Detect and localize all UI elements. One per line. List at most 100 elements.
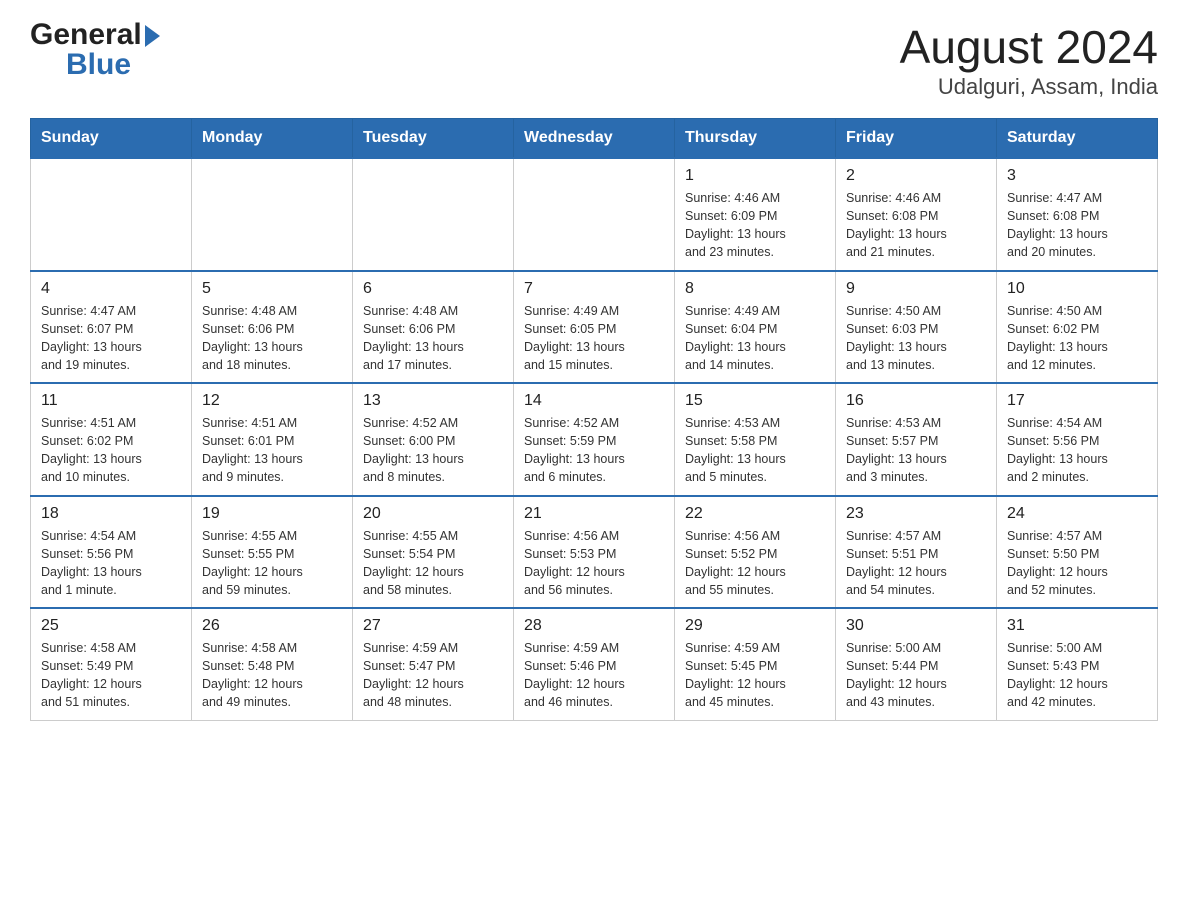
day-number: 31 [1007,617,1147,635]
day-number: 1 [685,167,825,185]
day-number: 18 [41,505,181,523]
calendar-cell: 31 Sunrise: 5:00 AMSunset: 5:43 PMDayligh… [997,608,1158,720]
calendar-cell: 18 Sunrise: 4:54 AMSunset: 5:56 PMDayligh… [31,496,192,609]
calendar-cell: 25 Sunrise: 4:58 AMSunset: 5:49 PMDayligh… [31,608,192,720]
day-number: 16 [846,392,986,410]
calendar-cell: 6Sunrise: 4:48 AMSunset: 6:06 PMDaylight… [353,271,514,384]
day-number: 25 [41,617,181,635]
day-number: 19 [202,505,342,523]
calendar-cell: 21Sunrise: 4:56 AMSunset: 5:53 PMDayligh… [514,496,675,609]
day-info: Sunrise: 4:59 AMSunset: 5:45 PMDaylight:… [685,639,825,712]
day-number: 8 [685,280,825,298]
day-number: 11 [41,392,181,410]
calendar-cell: 22Sunrise: 4:56 AMSunset: 5:52 PMDayligh… [675,496,836,609]
logo-arrow-icon [145,25,160,47]
day-of-week-header: Thursday [675,119,836,159]
calendar-cell: 30Sunrise: 5:00 AMSunset: 5:44 PMDayligh… [836,608,997,720]
logo-general-text: General [30,20,142,50]
day-info: Sunrise: 4:53 AMSunset: 5:58 PMDaylight:… [685,414,825,487]
day-number: 13 [363,392,503,410]
day-info: Sunrise: 4:54 AMSunset: 5:56 PMDaylight:… [41,527,181,600]
week-row: 4 Sunrise: 4:47 AMSunset: 6:07 PMDaylight… [31,271,1158,384]
calendar-cell: 13 Sunrise: 4:52 AMSunset: 6:00 PMDayligh… [353,383,514,496]
calendar-subtitle: Udalguri, Assam, India [900,74,1158,100]
title-block: August 2024 Udalguri, Assam, India [900,20,1158,100]
calendar-cell: 12 Sunrise: 4:51 AMSunset: 6:01 PMDayligh… [192,383,353,496]
day-number: 23 [846,505,986,523]
day-number: 14 [524,392,664,410]
calendar-cell [514,158,675,271]
logo: General Blue [30,20,160,80]
day-info: Sunrise: 5:00 AMSunset: 5:44 PMDaylight:… [846,639,986,712]
calendar-cell: 16 Sunrise: 4:53 AMSunset: 5:57 PMDayligh… [836,383,997,496]
day-info: Sunrise: 4:59 AMSunset: 5:46 PMDaylight:… [524,639,664,712]
day-info: Sunrise: 4:49 AMSunset: 6:04 PMDaylight:… [685,302,825,375]
calendar-cell: 5Sunrise: 4:48 AMSunset: 6:06 PMDaylight… [192,271,353,384]
day-info: Sunrise: 4:58 AMSunset: 5:49 PMDaylight:… [41,639,181,712]
day-info: Sunrise: 4:49 AMSunset: 6:05 PMDaylight:… [524,302,664,375]
day-number: 17 [1007,392,1147,410]
day-info: Sunrise: 4:47 AMSunset: 6:07 PMDaylight:… [41,302,181,375]
calendar-title: August 2024 [900,20,1158,74]
day-info: Sunrise: 4:47 AMSunset: 6:08 PMDaylight:… [1007,189,1147,262]
day-of-week-header: Wednesday [514,119,675,159]
day-info: Sunrise: 4:52 AMSunset: 6:00 PMDaylight:… [363,414,503,487]
day-info: Sunrise: 4:46 AMSunset: 6:09 PMDaylight:… [685,189,825,262]
calendar-cell: 3 Sunrise: 4:47 AMSunset: 6:08 PMDaylight… [997,158,1158,271]
day-number: 26 [202,617,342,635]
calendar-cell: 9 Sunrise: 4:50 AMSunset: 6:03 PMDaylight… [836,271,997,384]
day-number: 15 [685,392,825,410]
day-of-week-header: Monday [192,119,353,159]
calendar-cell: 15 Sunrise: 4:53 AMSunset: 5:58 PMDayligh… [675,383,836,496]
day-number: 3 [1007,167,1147,185]
day-number: 4 [41,280,181,298]
calendar-cell: 24Sunrise: 4:57 AMSunset: 5:50 PMDayligh… [997,496,1158,609]
calendar-cell: 27 Sunrise: 4:59 AMSunset: 5:47 PMDayligh… [353,608,514,720]
day-of-week-header: Tuesday [353,119,514,159]
calendar-cell: 10 Sunrise: 4:50 AMSunset: 6:02 PMDayligh… [997,271,1158,384]
day-number: 21 [524,505,664,523]
day-info: Sunrise: 4:55 AMSunset: 5:55 PMDaylight:… [202,527,342,600]
day-number: 9 [846,280,986,298]
day-of-week-header: Saturday [997,119,1158,159]
calendar-cell: 14 Sunrise: 4:52 AMSunset: 5:59 PMDayligh… [514,383,675,496]
day-number: 7 [524,280,664,298]
logo-blue-text: Blue [66,50,131,80]
week-row: 11 Sunrise: 4:51 AMSunset: 6:02 PMDayligh… [31,383,1158,496]
day-info: Sunrise: 4:51 AMSunset: 6:01 PMDaylight:… [202,414,342,487]
day-info: Sunrise: 4:53 AMSunset: 5:57 PMDaylight:… [846,414,986,487]
day-info: Sunrise: 4:48 AMSunset: 6:06 PMDaylight:… [202,302,342,375]
day-info: Sunrise: 4:59 AMSunset: 5:47 PMDaylight:… [363,639,503,712]
day-info: Sunrise: 4:50 AMSunset: 6:03 PMDaylight:… [846,302,986,375]
day-info: Sunrise: 4:46 AMSunset: 6:08 PMDaylight:… [846,189,986,262]
calendar-table: SundayMondayTuesdayWednesdayThursdayFrid… [30,118,1158,721]
calendar-cell: 19 Sunrise: 4:55 AMSunset: 5:55 PMDayligh… [192,496,353,609]
calendar-cell: 4 Sunrise: 4:47 AMSunset: 6:07 PMDaylight… [31,271,192,384]
day-info: Sunrise: 4:54 AMSunset: 5:56 PMDaylight:… [1007,414,1147,487]
day-number: 12 [202,392,342,410]
calendar-cell: 23 Sunrise: 4:57 AMSunset: 5:51 PMDayligh… [836,496,997,609]
day-number: 27 [363,617,503,635]
day-info: Sunrise: 4:51 AMSunset: 6:02 PMDaylight:… [41,414,181,487]
day-info: Sunrise: 4:57 AMSunset: 5:51 PMDaylight:… [846,527,986,600]
calendar-cell [353,158,514,271]
calendar-cell: 26Sunrise: 4:58 AMSunset: 5:48 PMDayligh… [192,608,353,720]
calendar-cell: 7 Sunrise: 4:49 AMSunset: 6:05 PMDaylight… [514,271,675,384]
day-info: Sunrise: 4:50 AMSunset: 6:02 PMDaylight:… [1007,302,1147,375]
day-info: Sunrise: 4:48 AMSunset: 6:06 PMDaylight:… [363,302,503,375]
page-header: General Blue August 2024 Udalguri, Assam… [30,20,1158,100]
calendar-cell: 17 Sunrise: 4:54 AMSunset: 5:56 PMDayligh… [997,383,1158,496]
day-number: 2 [846,167,986,185]
calendar-cell: 1 Sunrise: 4:46 AMSunset: 6:09 PMDaylight… [675,158,836,271]
calendar-cell: 28Sunrise: 4:59 AMSunset: 5:46 PMDayligh… [514,608,675,720]
week-row: 1 Sunrise: 4:46 AMSunset: 6:09 PMDaylight… [31,158,1158,271]
calendar-cell [31,158,192,271]
day-info: Sunrise: 5:00 AMSunset: 5:43 PMDaylight:… [1007,639,1147,712]
calendar-cell: 20Sunrise: 4:55 AMSunset: 5:54 PMDayligh… [353,496,514,609]
day-info: Sunrise: 4:52 AMSunset: 5:59 PMDaylight:… [524,414,664,487]
day-number: 22 [685,505,825,523]
calendar-cell: 2 Sunrise: 4:46 AMSunset: 6:08 PMDaylight… [836,158,997,271]
calendar-header-row: SundayMondayTuesdayWednesdayThursdayFrid… [31,119,1158,159]
week-row: 18 Sunrise: 4:54 AMSunset: 5:56 PMDayligh… [31,496,1158,609]
day-number: 10 [1007,280,1147,298]
